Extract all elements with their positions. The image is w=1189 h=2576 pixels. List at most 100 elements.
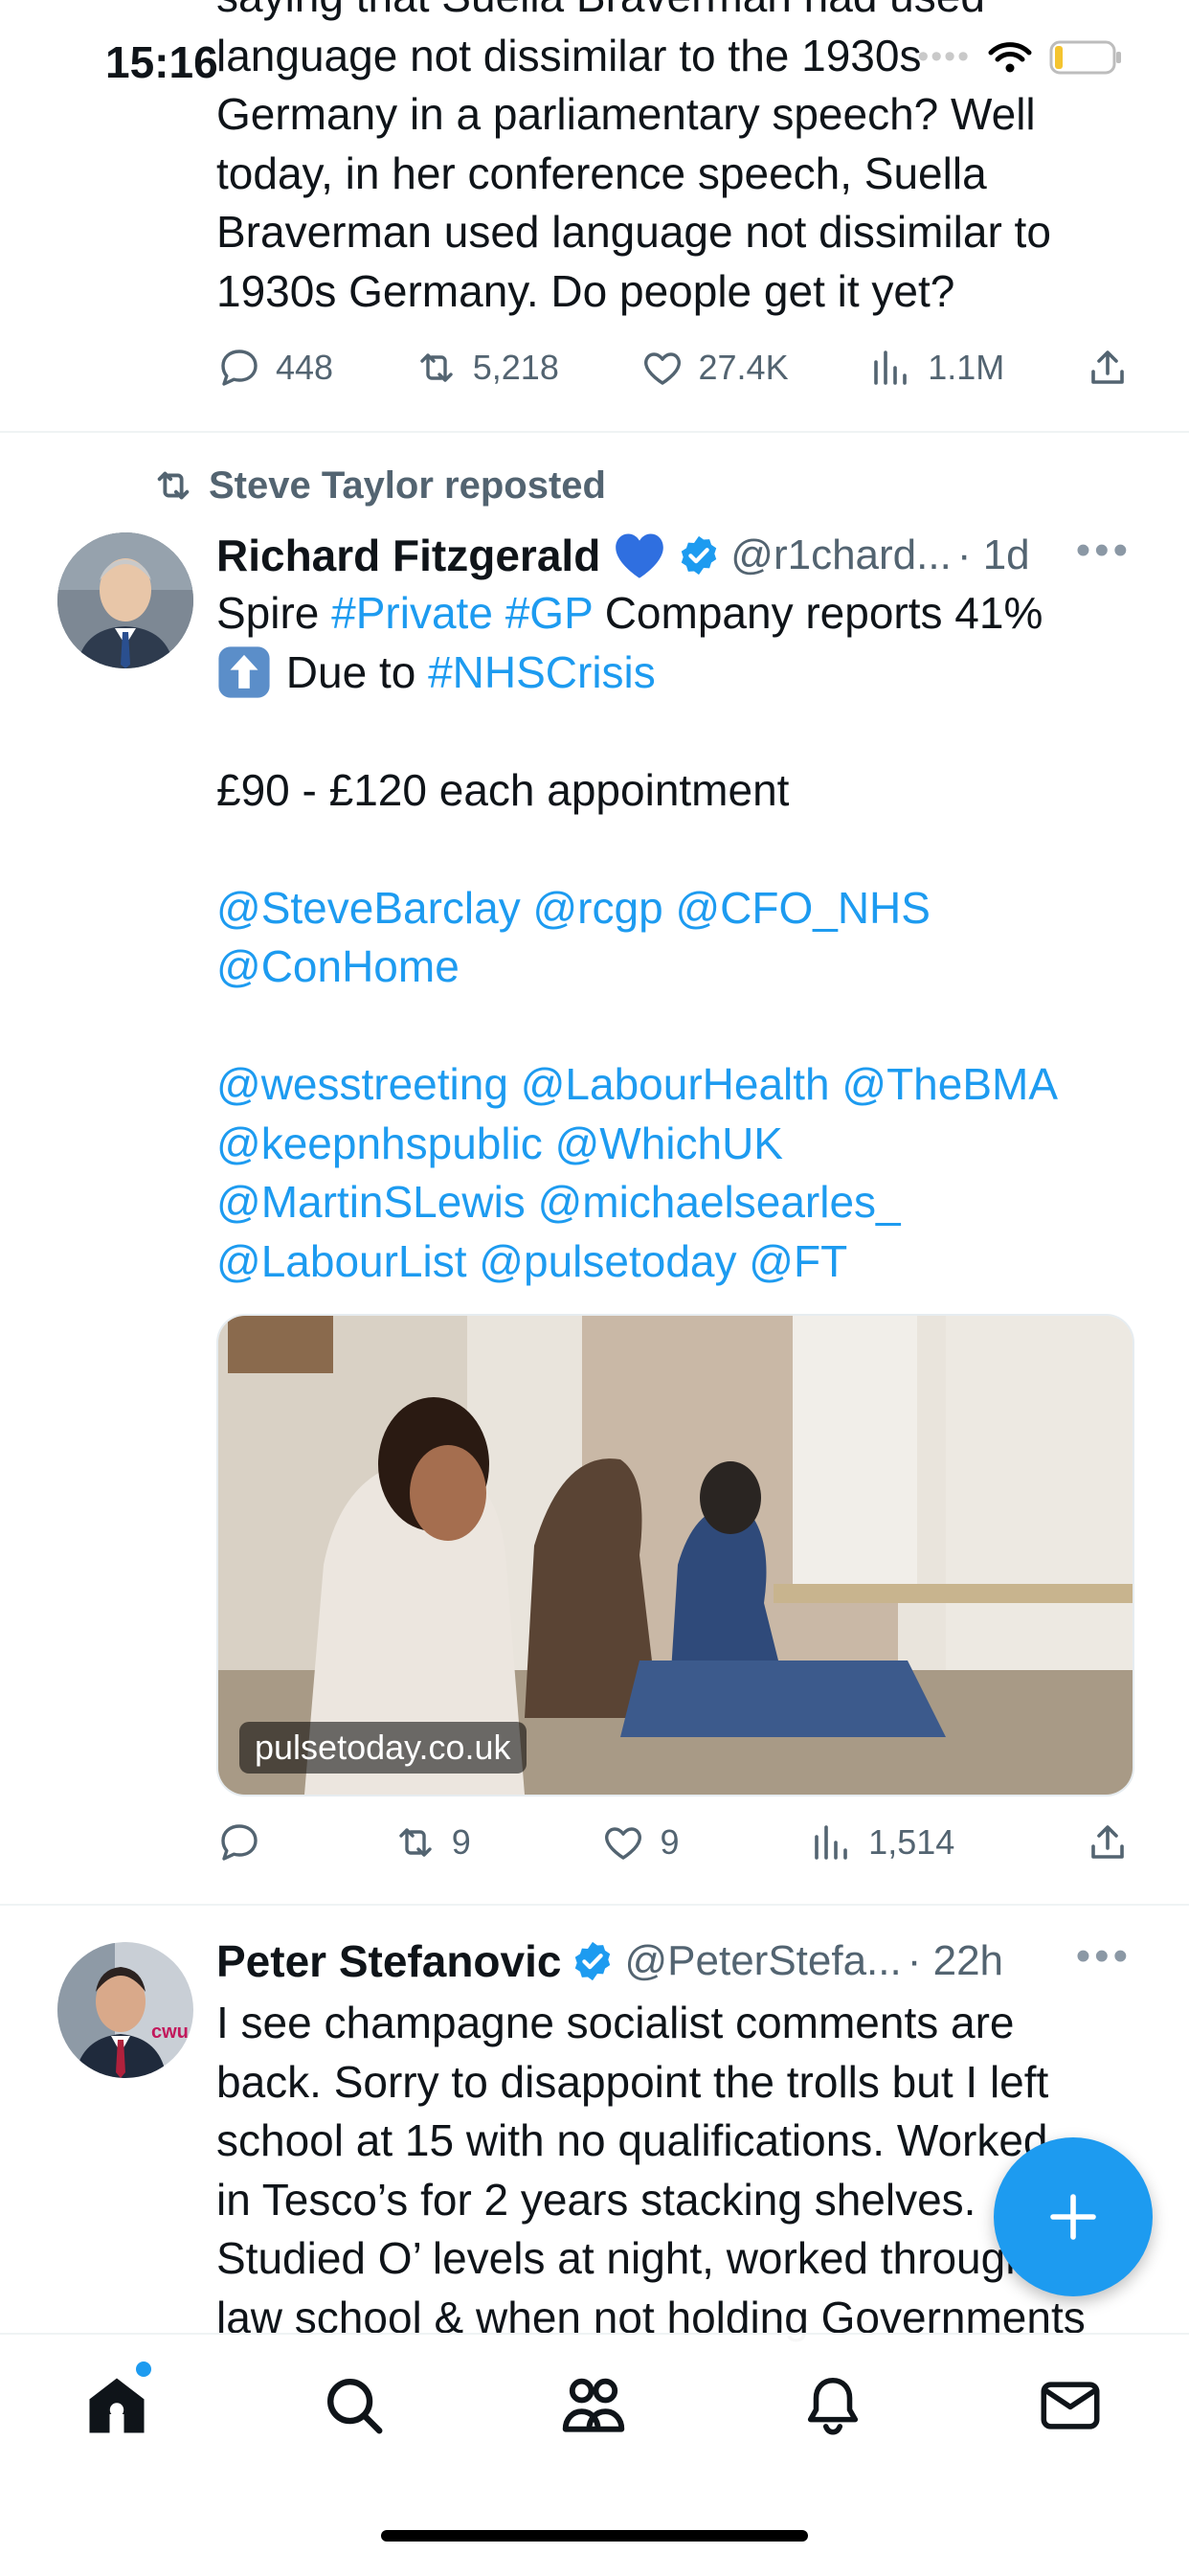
compose-button[interactable] bbox=[994, 2137, 1153, 2296]
like-button[interactable]: 9 bbox=[600, 1819, 679, 1865]
compose-icon bbox=[1050, 2194, 1096, 2240]
mention-links[interactable]: @ConHome bbox=[216, 938, 1135, 997]
mention-links[interactable]: @SteveBarclay @rcgp @CFO_NHS bbox=[216, 879, 1135, 938]
repost-label: Steve Taylor reposted bbox=[209, 463, 606, 507]
repost-count: 9 bbox=[451, 1822, 471, 1862]
author-name[interactable]: Peter Stefanovic bbox=[216, 1935, 561, 1987]
tweet-actions: 448 5,218 27.4K 1.1M bbox=[216, 339, 1131, 396]
repost-button[interactable]: 9 bbox=[393, 1819, 471, 1865]
repost-icon bbox=[399, 1828, 432, 1857]
avatar-photo bbox=[57, 532, 193, 668]
link-card-image[interactable]: pulsetoday.co.uk bbox=[216, 1314, 1134, 1796]
text-segment: Spire bbox=[216, 588, 332, 638]
blue-heart-emoji-icon bbox=[616, 533, 664, 578]
tweet-text-line: I see champagne socialist comments are bbox=[216, 1998, 1015, 2047]
share-icon bbox=[1091, 350, 1124, 384]
verified-badge-icon bbox=[575, 1941, 611, 1981]
tweet-text-line: Spire #Private #GP Company reports 41% bbox=[216, 584, 1135, 644]
tweet-text-line: today, in her conference speech, Suella bbox=[216, 147, 987, 198]
tab-home[interactable] bbox=[79, 2367, 155, 2444]
author-handle[interactable]: @PeterStefa... bbox=[624, 1937, 901, 1985]
tweet-text-line: Due to #NHSCrisis bbox=[216, 644, 1135, 703]
like-icon bbox=[643, 352, 681, 385]
reply-icon bbox=[221, 350, 258, 386]
mention-links[interactable]: @MartinSLewis @michaelsearles_ bbox=[216, 1173, 1135, 1232]
repost-context[interactable]: Steve Taylor reposted bbox=[151, 463, 606, 508]
verified-badge-icon bbox=[682, 535, 717, 576]
tweet-text-line: Germany in a parliamentary speech? Well bbox=[216, 89, 1036, 139]
more-icon: ••• bbox=[1075, 1932, 1132, 1979]
tab-communities[interactable] bbox=[555, 2367, 632, 2444]
status-time: 15:16 bbox=[105, 37, 218, 87]
tweet-text: Spire #Private #GP Company reports 41% D… bbox=[216, 584, 1135, 1291]
tweet-text-line: saying that Suella Braverman had used bbox=[216, 0, 1135, 27]
status-icons: •••• bbox=[917, 38, 1122, 76]
share-icon bbox=[1091, 1825, 1124, 1859]
tweet-time: · 1d bbox=[956, 531, 1030, 578]
tweet-text: I see champagne socialist comments are b… bbox=[216, 1994, 1135, 2347]
text-segment: Company reports 41% bbox=[592, 588, 1043, 638]
link-card-source: pulsetoday.co.uk bbox=[239, 1722, 527, 1774]
hashtag-link[interactable]: #Private bbox=[331, 588, 493, 638]
more-icon: ••• bbox=[1075, 527, 1132, 574]
tweet-text-line: 1930s Germany. Do people get it yet? bbox=[216, 265, 955, 316]
views-icon bbox=[815, 1825, 847, 1860]
views-button[interactable]: 1,514 bbox=[809, 1819, 954, 1865]
repost-icon bbox=[157, 471, 190, 500]
like-count: 9 bbox=[660, 1822, 680, 1862]
tweet-time: · 22h bbox=[907, 1937, 1004, 1984]
repost-icon bbox=[420, 353, 453, 382]
avatar[interactable] bbox=[57, 532, 193, 668]
mention-links[interactable]: @LabourList @pulsetoday @FT bbox=[216, 1232, 1135, 1292]
tweet-text-line: Braverman used language not dissimilar t… bbox=[216, 207, 1051, 257]
reply-count: 448 bbox=[276, 348, 334, 387]
notifications-icon bbox=[807, 2377, 859, 2435]
avatar[interactable]: cwu bbox=[57, 1942, 193, 2078]
like-icon bbox=[605, 1827, 642, 1860]
hashtag-link[interactable]: #NHSCrisis bbox=[428, 644, 656, 703]
reply-button[interactable]: 448 bbox=[216, 345, 333, 391]
wifi-icon bbox=[988, 41, 1032, 72]
views-count: 1.1M bbox=[928, 348, 1005, 387]
home-indicator bbox=[381, 2530, 808, 2542]
tab-notifications[interactable] bbox=[795, 2367, 871, 2444]
tweet-header: Richard Fitzgerald @r1chard... · 1d bbox=[216, 525, 1132, 586]
tweet-text-line: back. Sorry to disappoint the trolls but… bbox=[216, 2056, 1049, 2107]
more-button[interactable]: ••• bbox=[1076, 1932, 1132, 1980]
more-button[interactable]: ••• bbox=[1076, 527, 1132, 575]
share-button[interactable] bbox=[1085, 345, 1131, 391]
like-count: 27.4K bbox=[698, 348, 789, 387]
author-name[interactable]: Richard Fitzgerald bbox=[216, 530, 600, 581]
tweet-text-line: school at 15 with no qualifications. Wor… bbox=[216, 2115, 1048, 2165]
tweet-header: Peter Stefanovic @PeterStefa... · 22h bbox=[216, 1931, 1132, 1992]
messages-icon bbox=[1041, 2382, 1100, 2429]
tweet-text-line: £90 - £120 each appointment bbox=[216, 764, 790, 815]
mention-links[interactable]: @keepnhspublic @WhichUK bbox=[216, 1115, 1135, 1174]
repost-count: 5,218 bbox=[472, 348, 559, 387]
home-icon bbox=[89, 2378, 145, 2433]
communities-icon bbox=[562, 2378, 625, 2432]
share-button[interactable] bbox=[1085, 1819, 1131, 1865]
views-icon bbox=[874, 350, 908, 385]
signal-dots-icon: •••• bbox=[917, 38, 971, 75]
home-notification-dot bbox=[136, 2361, 151, 2377]
avatar-photo: cwu bbox=[57, 1942, 193, 2078]
reply-icon bbox=[221, 1824, 258, 1861]
views-count: 1,514 bbox=[868, 1822, 955, 1862]
tab-search[interactable] bbox=[316, 2367, 393, 2444]
mention-links[interactable]: @wesstreeting @LabourHealth @TheBMA bbox=[216, 1055, 1135, 1115]
hashtag-link[interactable]: #GP bbox=[505, 588, 593, 638]
like-button[interactable]: 27.4K bbox=[639, 345, 789, 391]
repost-button[interactable]: 5,218 bbox=[414, 345, 559, 391]
text-segment: Due to bbox=[274, 646, 429, 697]
reply-button[interactable] bbox=[216, 1819, 262, 1865]
author-handle[interactable]: @r1chard... bbox=[730, 531, 952, 579]
up-arrow-emoji-icon bbox=[218, 646, 270, 698]
views-button[interactable]: 1.1M bbox=[868, 345, 1004, 391]
tab-messages[interactable] bbox=[1032, 2367, 1109, 2444]
search-icon bbox=[327, 2379, 383, 2434]
tweet-actions: 9 9 1,514 bbox=[216, 1814, 1131, 1871]
text-segment bbox=[493, 588, 505, 638]
